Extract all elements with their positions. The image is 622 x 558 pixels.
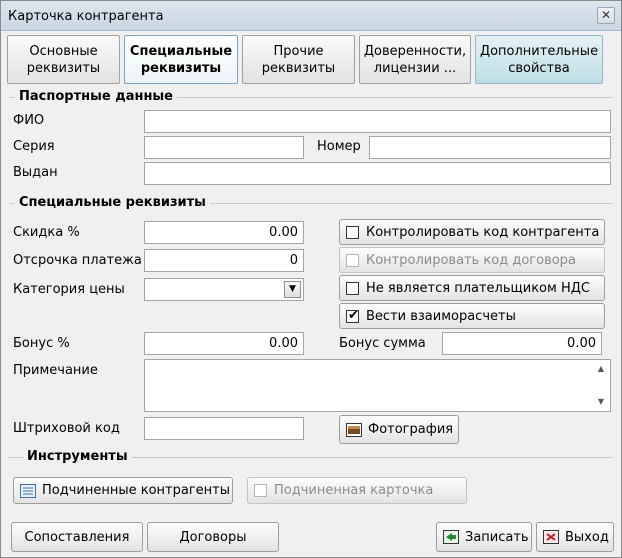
fio-label: ФИО [13, 113, 45, 128]
checkbox-icon [346, 253, 359, 267]
payment-delay-field[interactable]: 0 [144, 249, 304, 272]
counterparty-card-window: Карточка контрагента ✕ Основные реквизиты… [0, 0, 622, 558]
window-title: Карточка контрагента [8, 9, 164, 24]
tab-other-details-line1: Прочие [273, 43, 324, 59]
series-field[interactable] [144, 136, 304, 159]
tab-powers-licenses-line2: лицензии ... [373, 60, 457, 76]
tab-main-details-line1: Основные [29, 43, 98, 59]
control-contractor-code-checkbox[interactable]: Контролировать код контрагента [339, 219, 605, 245]
subordinate-contractors-button[interactable]: Подчиненные контрагенты [13, 477, 233, 504]
price-category-select[interactable]: ▼ [144, 278, 304, 301]
tab-other-details[interactable]: Прочие реквизиты [242, 35, 355, 84]
exit-label: Выход [565, 529, 609, 545]
photo-button[interactable]: Фотография [339, 415, 459, 444]
exit-button[interactable]: Выход [536, 522, 614, 552]
control-contractor-code-label: Контролировать код контрагента [366, 224, 600, 240]
scroll-down-icon[interactable]: ▼ [594, 395, 608, 409]
tab-main-details[interactable]: Основные реквизиты [7, 35, 120, 84]
bonus-sum-field[interactable]: 0.00 [442, 332, 602, 355]
tab-special-details-line2: реквизиты [140, 60, 222, 76]
bonus-percent-label: Бонус % [13, 336, 70, 351]
keep-settlements-checkbox[interactable]: ✔ Вести взаиморасчеты [339, 303, 605, 329]
tab-other-details-line2: реквизиты [261, 60, 336, 76]
photo-button-label: Фотография [368, 422, 454, 437]
not-vat-payer-checkbox[interactable]: Не является плательщиком НДС [339, 275, 605, 301]
tab-special-details[interactable]: Специальные реквизиты [124, 35, 238, 84]
issued-field[interactable] [144, 162, 611, 185]
bonus-sum-label: Бонус сумма [339, 336, 426, 351]
exit-icon [543, 530, 559, 544]
tab-additional-properties-line2: свойства [508, 60, 570, 76]
issued-label: Выдан [13, 165, 58, 180]
control-contract-code-checkbox[interactable]: Контролировать код договора [339, 247, 605, 273]
number-field[interactable] [369, 136, 611, 159]
passport-section-title: Паспортные данные [15, 89, 178, 104]
number-label: Номер [317, 139, 361, 154]
save-label: Записать [465, 529, 529, 545]
control-contract-code-label: Контролировать код договора [366, 252, 576, 268]
not-vat-payer-label: Не является плательщиком НДС [366, 280, 590, 296]
payment-delay-label: Отсрочка платежа [13, 253, 142, 268]
close-button[interactable]: ✕ [597, 7, 615, 24]
tab-powers-licenses-line1: Доверенности, [363, 43, 467, 59]
comparisons-button[interactable]: Сопоставления [11, 522, 143, 552]
bonus-percent-field[interactable]: 0.00 [144, 332, 304, 355]
contracts-label: Договоры [179, 529, 247, 545]
price-category-label: Категория цены [13, 282, 125, 297]
tab-additional-properties[interactable]: Дополнительные свойства [475, 35, 603, 84]
barcode-field[interactable] [144, 417, 304, 440]
checkbox-icon [254, 484, 267, 497]
scroll-up-icon[interactable]: ▲ [594, 362, 608, 376]
chevron-down-icon[interactable]: ▼ [284, 281, 301, 298]
checkbox-icon [346, 225, 359, 239]
checkbox-checked-icon: ✔ [346, 307, 359, 323]
keep-settlements-label: Вести взаиморасчеты [366, 308, 516, 324]
special-section-title: Специальные реквизиты [15, 195, 210, 210]
tab-main-details-line2: реквизиты [26, 60, 101, 76]
fio-field[interactable] [144, 110, 611, 133]
subordinate-card-checkbox[interactable]: Подчиненная карточка [247, 477, 467, 504]
save-button[interactable]: Записать [436, 522, 532, 552]
checkbox-icon [346, 281, 359, 295]
tab-additional-properties-line1: Дополнительные [479, 43, 599, 59]
note-label: Примечание [13, 363, 98, 378]
tab-special-details-line1: Специальные [129, 43, 233, 59]
save-icon [443, 530, 459, 544]
check-mark-icon: ✔ [348, 307, 359, 323]
subordinate-contractors-label: Подчиненные контрагенты [42, 483, 230, 498]
discount-field[interactable]: 0.00 [144, 221, 304, 244]
photo-icon [346, 422, 362, 437]
tools-section-title: Инструменты [23, 449, 132, 464]
comparisons-label: Сопоставления [24, 529, 130, 545]
contracts-button[interactable]: Договоры [147, 522, 279, 552]
title-bar: Карточка контрагента ✕ [1, 1, 621, 31]
discount-label: Скидка % [13, 225, 80, 240]
note-textarea[interactable]: ▲ ▼ [144, 359, 611, 412]
series-label: Серия [13, 139, 55, 154]
list-icon [20, 483, 36, 498]
tab-powers-licenses[interactable]: Доверенности, лицензии ... [359, 35, 471, 84]
barcode-label: Штриховой код [13, 421, 120, 436]
subordinate-card-label: Подчиненная карточка [274, 483, 434, 498]
